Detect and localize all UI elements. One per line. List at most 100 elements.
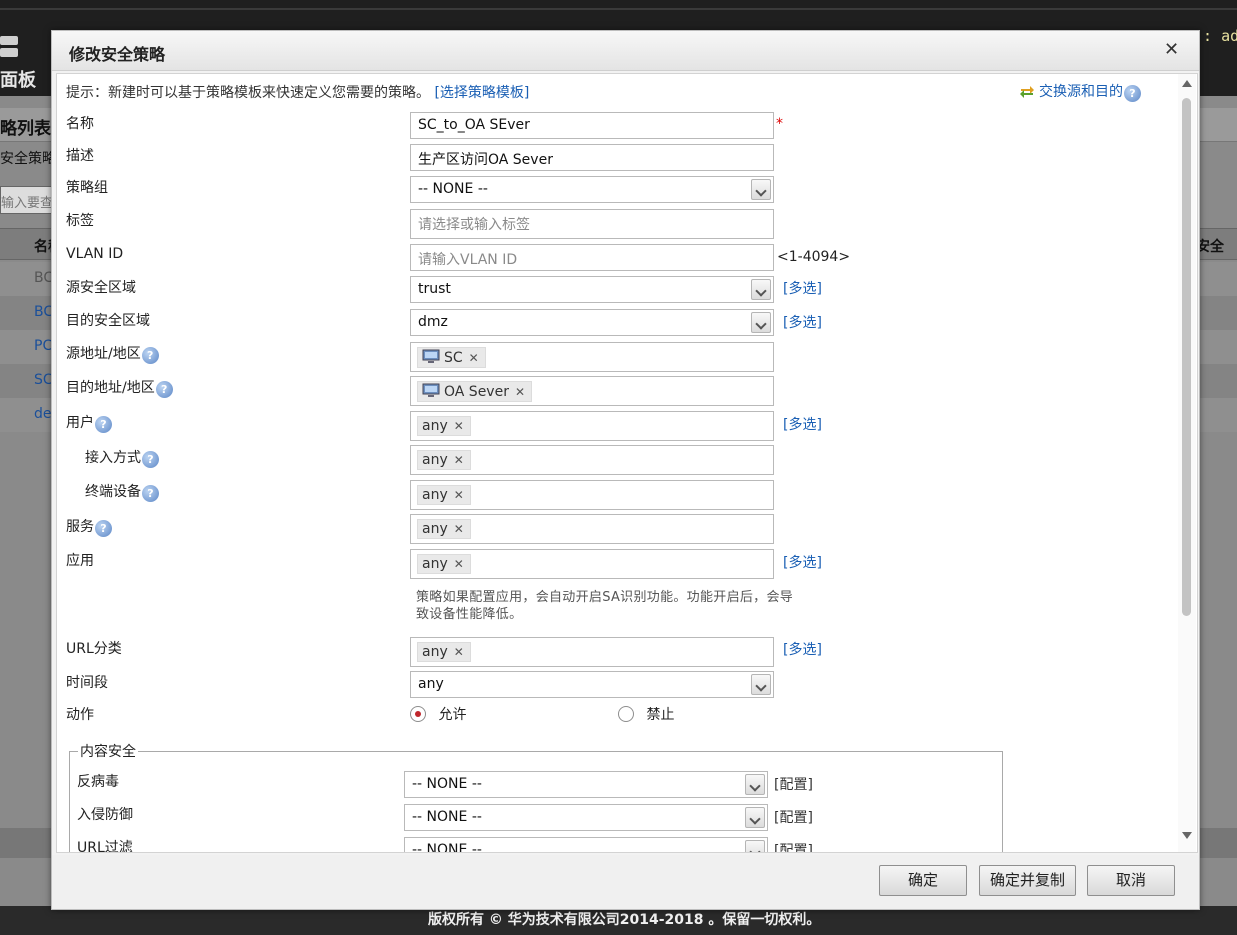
ok-button[interactable]: 确定 [879,865,967,896]
chevron-down-icon[interactable] [745,774,765,795]
select-template-link[interactable]: [选择策略模板] [434,85,529,101]
search-input[interactable]: 输入要查 [0,186,54,214]
terminal-input[interactable]: any ✕ [410,480,774,510]
remove-tag-icon[interactable]: ✕ [454,453,464,467]
panel-label: 面板 [0,70,36,91]
remove-tag-icon[interactable]: ✕ [454,488,464,502]
scroll-thumb[interactable] [1182,98,1191,616]
terminal-tag: any ✕ [417,485,471,505]
scroll-down-arrow-icon[interactable] [1182,832,1192,839]
ips-select[interactable]: -- NONE -- [404,804,768,831]
list-title: 略列表 [0,119,51,139]
edit-policy-dialog: 修改安全策略 ✕ 提示：新建时可以基于策略模板来快速定义您需要的策略。 [选择策… [51,30,1200,910]
chevron-down-icon[interactable] [751,279,771,300]
computer-icon [422,383,440,397]
remove-tag-icon[interactable]: ✕ [454,522,464,536]
remove-tag-icon[interactable]: ✕ [469,351,479,365]
url-filter-label: URL过滤 [77,840,133,853]
user-tag: any ✕ [417,416,471,436]
help-icon[interactable]: ? [155,381,173,398]
app-label: 应用 [66,553,94,569]
dst-zone-select[interactable]: dmz [410,309,774,336]
close-icon[interactable]: ✕ [1164,39,1179,60]
copyright-text: 版权所有 © 华为技术有限公司2014-2018 。保留一切权利。 [428,912,821,928]
url-category-input[interactable]: any ✕ [410,637,774,667]
chevron-down-icon[interactable] [751,674,771,695]
ips-config-link[interactable]: [配置] [774,807,813,827]
src-addr-label: 源地址/地区? [66,343,159,364]
chevron-down-icon[interactable] [745,840,765,852]
scrollbar[interactable] [1178,74,1196,852]
tab-security-policy[interactable]: 安全策略 [0,148,56,168]
app-input[interactable]: any ✕ [410,549,774,579]
app-multi-select[interactable]: [多选] [783,552,822,572]
service-label: 服务? [66,516,112,537]
vlan-input[interactable]: 请输入VLAN ID [410,244,774,271]
group-label: 策略组 [66,180,108,196]
user-multi-select[interactable]: [多选] [783,414,822,434]
action-allow-option[interactable]: 允许 [410,704,466,724]
desc-label: 描述 [66,148,94,164]
vlan-range: <1-4094> [777,249,851,265]
scroll-up-arrow-icon[interactable] [1182,80,1192,87]
terminal-label: 终端设备? [85,481,159,502]
service-input[interactable]: any ✕ [410,514,774,544]
url-filter-config-link[interactable]: [配置] [774,840,813,852]
url-filter-select[interactable]: -- NONE -- [404,837,768,852]
url-category-label: URL分类 [66,641,122,657]
chevron-down-icon[interactable] [751,179,771,200]
user-label: 用户? [66,412,112,433]
dst-zone-multi-select[interactable]: [多选] [783,312,822,332]
action-deny-option[interactable]: 禁止 [618,704,674,724]
swap-src-dst-link[interactable]: 交换源和目的? [1019,81,1141,102]
time-select[interactable]: any [410,671,774,698]
action-label: 动作 [66,707,94,723]
remove-tag-icon[interactable]: ✕ [515,385,525,399]
remove-tag-icon[interactable]: ✕ [454,645,464,659]
vlan-label: VLAN ID [66,246,124,262]
access-input[interactable]: any ✕ [410,445,774,475]
swap-label: 交换源和目的 [1039,84,1123,100]
cancel-button[interactable]: 取消 [1087,865,1175,896]
remove-tag-icon[interactable]: ✕ [454,557,464,571]
src-addr-input[interactable]: SC ✕ [410,342,774,372]
grid-col-security[interactable]: 安全 [1196,236,1224,256]
tag-input[interactable]: 请选择或输入标签 [410,209,774,239]
remove-tag-icon[interactable]: ✕ [454,419,464,433]
ok-and-copy-button[interactable]: 确定并复制 [979,865,1076,896]
radio-deny[interactable] [618,706,634,722]
radio-allow[interactable] [410,706,426,722]
url-tag: any ✕ [417,642,471,662]
desc-input[interactable]: 生产区访问OA Sever [410,144,774,171]
dst-addr-label: 目的地址/地区? [66,377,173,398]
name-input[interactable]: SC_to_OA SEver [410,112,774,139]
tag-label: 标签 [66,213,94,229]
src-zone-multi-select[interactable]: [多选] [783,278,822,298]
help-icon[interactable]: ? [95,416,112,433]
current-user: : ad [1203,27,1237,45]
group-select[interactable]: -- NONE -- [410,176,774,203]
help-icon[interactable]: ? [142,485,159,502]
antivirus-config-link[interactable]: [配置] [774,774,813,794]
help-icon[interactable]: ? [1124,85,1141,102]
access-label: 接入方式? [85,447,159,468]
address-tag: SC ✕ [417,347,486,368]
swap-icon [1020,86,1034,98]
address-tag: OA Sever ✕ [417,381,533,402]
help-icon[interactable]: ? [142,451,159,468]
src-zone-select[interactable]: trust [410,276,774,303]
dst-addr-input[interactable]: OA Sever ✕ [410,376,774,406]
menu-icon[interactable] [0,36,18,60]
chevron-down-icon[interactable] [751,312,771,333]
computer-icon [422,349,440,363]
time-label: 时间段 [66,675,108,691]
help-icon[interactable]: ? [95,520,112,537]
chevron-down-icon[interactable] [745,807,765,828]
url-multi-select[interactable]: [多选] [783,639,822,659]
required-mark: * [776,116,783,132]
service-tag: any ✕ [417,519,471,539]
antivirus-select[interactable]: -- NONE -- [404,771,768,798]
user-input[interactable]: any ✕ [410,411,774,441]
hint-line: 提示：新建时可以基于策略模板来快速定义您需要的策略。 [选择策略模板] [66,82,529,102]
help-icon[interactable]: ? [141,347,159,364]
